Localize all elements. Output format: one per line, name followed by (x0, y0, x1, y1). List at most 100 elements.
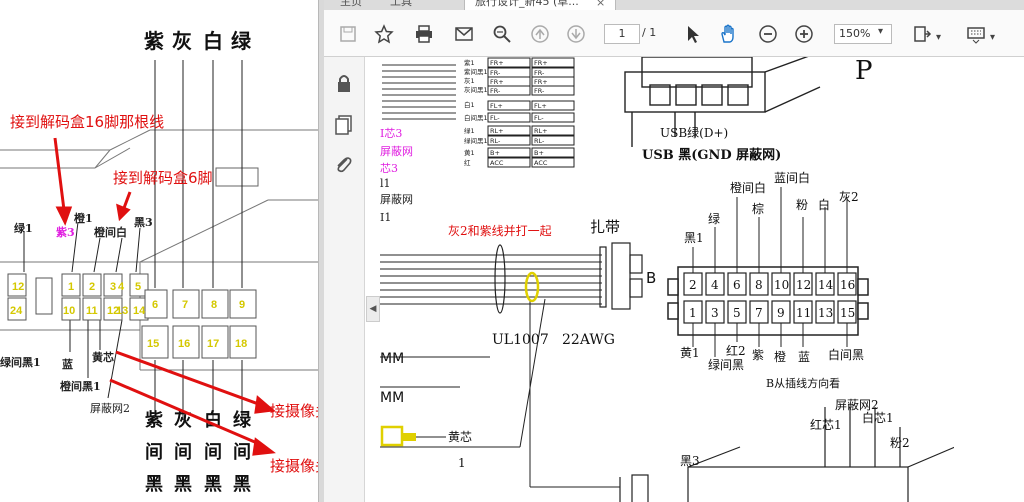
svg-text:7: 7 (755, 306, 763, 320)
svg-text:红芯1: 红芯1 (810, 417, 842, 432)
close-tab-icon[interactable]: × (596, 0, 605, 9)
select-cursor-icon[interactable] (680, 22, 704, 46)
lock-icon[interactable] (332, 71, 356, 95)
connector-b-top-wire-labels: 黑1 绿 橙间白 棕 蓝间白 粉 白 灰2 (684, 170, 859, 245)
mail-icon[interactable] (452, 22, 476, 46)
svg-text:FR-: FR- (534, 69, 545, 77)
svg-text:屏蔽网: 屏蔽网 (380, 193, 413, 206)
pages-icon[interactable] (332, 113, 356, 137)
ul-label: UL1007 (492, 332, 549, 348)
svg-text:蓝: 蓝 (62, 357, 73, 371)
yellow-core-label: 黄芯 (448, 430, 472, 444)
tab-home[interactable]: 主页 (330, 0, 372, 10)
svg-text:RL+: RL+ (490, 127, 504, 135)
left-wiring-diagram: 12 1 2 3 4 5 6 7 8 9 24 10 11 12 13 14 1… (0, 29, 318, 495)
pin-number: 14 (133, 305, 146, 317)
prev-page-icon[interactable] (528, 22, 552, 46)
chevron-down-icon[interactable]: ▾ (936, 32, 941, 43)
tie-note: 灰2和紫线并打一起 (448, 224, 552, 238)
tab-tools[interactable]: 工具 (380, 0, 422, 10)
svg-text:3: 3 (711, 306, 719, 320)
svg-text:4: 4 (711, 278, 719, 292)
chevron-left-icon: ◀ (369, 304, 377, 314)
svg-text:紫1: 紫1 (464, 59, 475, 67)
pin-number: 10 (63, 305, 75, 317)
save-icon[interactable] (336, 22, 360, 46)
main-toolbar: 1 / 1 150% ▾ ▾ ▾ (324, 10, 1024, 57)
svg-text:6: 6 (733, 278, 741, 292)
svg-text:绿: 绿 (233, 409, 252, 431)
svg-text:B+: B+ (534, 149, 544, 157)
svg-text:橙1: 橙1 (74, 211, 93, 225)
svg-text:橙间白: 橙间白 (94, 225, 127, 239)
svg-text:FR-: FR- (490, 69, 501, 77)
annotation-pin6: 接到解码盒6脚 (113, 169, 213, 187)
svg-text:间: 间 (204, 442, 222, 463)
svg-text:I芯3: I芯3 (380, 126, 402, 140)
pin-number: 3 (110, 281, 116, 293)
svg-text:绿间黑: 绿间黑 (708, 357, 744, 372)
svg-text:橙间黑1: 橙间黑1 (60, 379, 101, 393)
svg-text:B+: B+ (490, 149, 500, 157)
pin-number: 8 (211, 299, 217, 311)
svg-text:绿间黑1: 绿间黑1 (0, 355, 41, 369)
wire-table: 紫1 紫间黑1 灰1 灰间黑1 白1 白间黑1 绿1 绿间黑1 黄1 红 FR+… (464, 57, 575, 168)
svg-text:11: 11 (796, 306, 811, 320)
pin-number: 1 (68, 281, 74, 293)
attachment-icon[interactable] (332, 153, 356, 177)
chevron-down-icon[interactable]: ▾ (990, 32, 995, 43)
svg-text:16: 16 (840, 278, 855, 292)
svg-text:黑: 黑 (174, 474, 192, 495)
search-icon[interactable] (490, 22, 514, 46)
svg-text:FL-: FL- (490, 114, 500, 122)
zoom-out-icon[interactable] (756, 22, 780, 46)
svg-text:13: 13 (818, 306, 833, 320)
color-label: 灰 (172, 29, 192, 53)
svg-text:12: 12 (796, 278, 811, 292)
pin-number: 2 (89, 281, 95, 293)
zoom-level-select[interactable]: 150% (834, 24, 892, 44)
svg-text:粉2: 粉2 (890, 436, 910, 450)
hand-tool-icon[interactable] (716, 22, 740, 46)
svg-text:ACC: ACC (490, 159, 504, 167)
zoom-in-icon[interactable] (792, 22, 816, 46)
annotation-rca-shield: 接摄像头RCA的屏蔽网 (270, 457, 318, 475)
svg-text:红2: 红2 (726, 343, 746, 358)
pin-number: 15 (147, 338, 159, 350)
svg-text:红: 红 (464, 158, 471, 167)
pin-number: 6 (152, 299, 158, 311)
strap-label: 扎带 (590, 218, 620, 236)
page-margin (954, 57, 1024, 502)
svg-text:1: 1 (689, 306, 697, 320)
keyboard-icon[interactable] (964, 22, 988, 46)
svg-text:15: 15 (840, 306, 855, 320)
svg-text:黑1: 黑1 (684, 231, 704, 245)
svg-text:紫3: 紫3 (56, 225, 75, 239)
svg-text:白芯1: 白芯1 (862, 410, 894, 425)
print-icon[interactable] (412, 22, 436, 46)
chevron-down-icon[interactable]: ▾ (878, 26, 883, 37)
svg-text:FL-: FL- (534, 114, 544, 122)
svg-text:FL+: FL+ (490, 102, 503, 110)
svg-text:FR+: FR+ (534, 78, 548, 86)
svg-text:FR-: FR- (534, 87, 545, 95)
svg-text:绿1: 绿1 (464, 126, 475, 135)
pin-number: 9 (239, 299, 245, 311)
collapse-sidebar-button[interactable]: ◀ (366, 296, 380, 322)
star-icon[interactable] (372, 22, 396, 46)
svg-text:白1: 白1 (464, 100, 475, 109)
svg-text:黑: 黑 (233, 474, 251, 495)
fit-page-icon[interactable] (910, 22, 934, 46)
svg-text:黑3: 黑3 (134, 216, 153, 229)
next-page-icon[interactable] (564, 22, 588, 46)
usb-green-label: USB绿(D+) (660, 125, 728, 140)
view-direction-note: B从插线方向看 (766, 376, 840, 390)
pdf-page: 紫1 紫间黑1 灰1 灰间黑1 白1 白间黑1 绿1 绿间黑1 黄1 红 FR+… (380, 57, 1024, 502)
svg-text:FR+: FR+ (490, 78, 504, 86)
lower-connector (619, 407, 956, 502)
svg-text:l1: l1 (380, 177, 391, 190)
svg-text:芯3: 芯3 (380, 161, 398, 175)
page-number-input[interactable]: 1 (604, 24, 640, 44)
svg-text:黄1: 黄1 (680, 346, 700, 360)
svg-text:8: 8 (755, 278, 763, 292)
